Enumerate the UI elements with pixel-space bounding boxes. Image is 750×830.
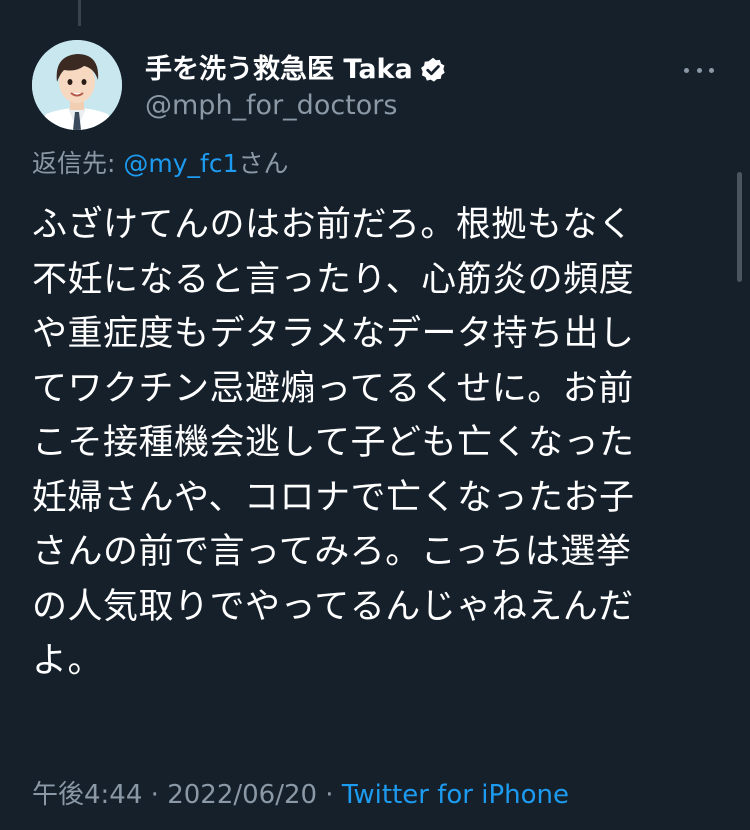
more-options-button[interactable] (684, 60, 714, 80)
scrollbar[interactable] (737, 172, 742, 282)
tweet-text-line: の人気取りでやってるんじゃねえんだ (32, 586, 634, 627)
avatar-doctor-illustration-icon (32, 40, 122, 130)
tweet-header: 手を洗う救急医 Taka @mph_for_doctors (32, 40, 720, 130)
thread-connector-line (78, 0, 81, 26)
tweet-text-line: 不妊になると言ったり、心筋炎の頻度 (32, 259, 635, 300)
tweet-text-line: ふざけてんのはお前だろ。根拠もなく (32, 205, 634, 245)
meta-separator: · (142, 780, 168, 810)
tweet-source-link[interactable]: Twitter for iPhone (342, 780, 569, 810)
tweet-date[interactable]: 2022/06/20 (167, 780, 317, 810)
verified-badge-icon (420, 57, 445, 82)
author-name-row[interactable]: 手を洗う救急医 Taka (145, 54, 447, 86)
more-dots-icon (684, 67, 689, 73)
reply-to-prefix: 返信先: (32, 149, 116, 178)
tweet-time[interactable]: 午後4:44 (32, 780, 142, 810)
tweet-text-line: さんの前で言ってみろ。こっちは選挙 (32, 532, 632, 572)
author-handle[interactable]: @mph_for_doctors (145, 90, 397, 122)
more-dots-icon (696, 67, 702, 73)
tweet-text-line: こそ接種機会逃して子ども亡くなった (32, 423, 635, 463)
tweet-text-line: や重症度もデタラメなデータ持ち出し (32, 314, 635, 354)
tweet-text-line: よ。 (32, 641, 104, 681)
meta-separator: · (317, 780, 342, 810)
author-display-name[interactable]: 手を洗う救急医 Taka (145, 54, 413, 86)
reply-mention-link[interactable]: @my_fc1 (123, 149, 238, 178)
reply-to-suffix: さん (238, 149, 289, 178)
tweet-text-line: てワクチン忌避煽ってるくせに。お前 (32, 368, 634, 409)
tweet-text-line: 妊婦さんや、コロナで亡くなったお子 (32, 477, 635, 518)
more-dots-icon (709, 67, 714, 73)
tweet-text: ふざけてんのはお前だろ。根拠もなく 不妊になると言ったり、心筋炎の頻度 や重症度… (32, 198, 722, 689)
reply-to-line: 返信先: @my_fc1さん (32, 148, 289, 180)
tweet-metadata: 午後4:44 · 2022/06/20 · Twitter for iPhone (32, 778, 569, 812)
avatar[interactable] (32, 40, 122, 130)
